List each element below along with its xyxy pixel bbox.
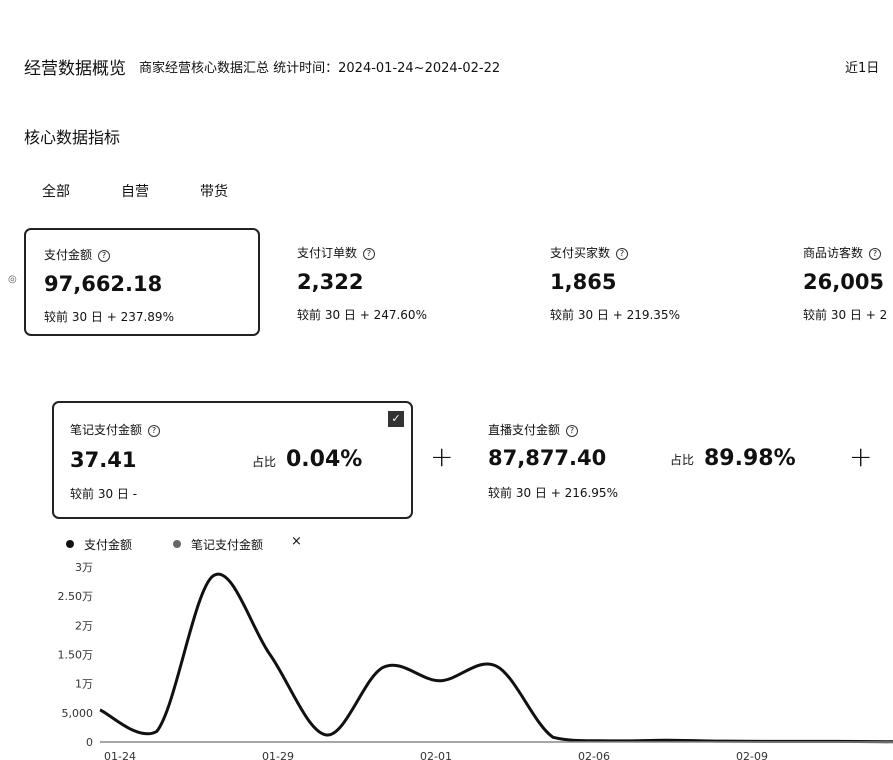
legend-item-note-payment[interactable]: 笔记支付金额 <box>173 536 263 553</box>
help-icon[interactable]: ? <box>566 425 579 437</box>
breakdown-label: 笔记支付金额? <box>70 421 161 438</box>
help-icon[interactable]: ? <box>148 425 161 437</box>
metric-label: 支付买家数? <box>550 244 629 261</box>
tab-self-operated[interactable]: 自营 <box>121 181 149 201</box>
breakdown-value: 37.41 <box>70 448 137 472</box>
ratio-value: 0.04% <box>286 447 363 472</box>
y-tick-label: 2.50万 <box>58 590 94 603</box>
metric-compare: 较前 30 日 + 237.89% <box>44 310 174 324</box>
scroll-left-icon[interactable]: ◎ <box>8 274 17 285</box>
x-tick-label: 02-09 <box>736 750 768 760</box>
metric-compare: 较前 30 日 + 219.35% <box>550 308 680 322</box>
help-icon[interactable]: ? <box>98 250 111 262</box>
breakdown-compare: 较前 30 日 + 216.95% <box>488 486 618 500</box>
metric-value: 1,865 <box>550 270 617 294</box>
y-tick-label: 3万 <box>75 561 93 574</box>
y-tick-label: 0 <box>86 736 93 749</box>
help-icon[interactable]: ? <box>616 248 629 260</box>
x-tick-label: 01-29 <box>262 750 294 760</box>
y-tick-label: 2万 <box>75 619 93 632</box>
plus-icon: + <box>849 440 873 473</box>
legend-close-icon[interactable]: × <box>291 534 302 549</box>
checkbox-checked-icon[interactable]: ✓ <box>388 411 404 427</box>
x-tick-label: 02-06 <box>578 750 610 760</box>
metric-card-order-count[interactable]: 支付订单数? 2,322 较前 30 日 + 247.60% <box>279 228 515 336</box>
section-title: 核心数据指标 <box>24 128 121 147</box>
x-tick-label: 02-01 <box>420 750 452 760</box>
metric-card-payment-amount[interactable]: 支付金额? 97,662.18 较前 30 日 + 237.89% <box>24 228 260 336</box>
metric-compare: 较前 30 日 + 247.60% <box>297 308 427 322</box>
plus-icon: + <box>430 440 454 473</box>
ratio-value: 89.98% <box>704 446 796 471</box>
y-tick-label: 1.50万 <box>58 649 94 662</box>
breakdown-compare: 较前 30 日 - <box>70 487 138 501</box>
metric-label: 商品访客数? <box>803 244 882 261</box>
page-subtitle: 商家经营核心数据汇总 统计时间：2024-01-24~2024-02-22 <box>139 61 501 76</box>
metric-card-buyer-count[interactable]: 支付买家数? 1,865 较前 30 日 + 219.35% <box>532 228 768 336</box>
y-tick-label: 1万 <box>75 678 93 691</box>
metric-value: 26,005 <box>803 270 885 294</box>
trend-chart: 0 5,000 1万 1.50万 2万 2.50万 3万 01-24 01-29 02-01 02-… <box>58 561 893 760</box>
metric-value: 2,322 <box>297 270 364 294</box>
ratio-label: 占比 <box>670 453 695 467</box>
metric-label: 支付订单数? <box>297 244 376 261</box>
breakdown-label: 直播支付金额? <box>488 421 579 438</box>
breakdown-value: 87,877.40 <box>488 446 607 470</box>
y-tick-label: 5,000 <box>62 707 94 720</box>
tab-affiliate[interactable]: 带货 <box>200 181 228 201</box>
legend-item-payment[interactable]: 支付金额 <box>66 536 132 553</box>
date-range-button[interactable]: 近1日 <box>845 57 879 76</box>
metric-value: 97,662.18 <box>44 272 163 296</box>
help-icon[interactable]: ? <box>363 248 376 260</box>
metric-label: 支付金额? <box>44 246 111 263</box>
x-tick-label: 01-24 <box>104 750 136 760</box>
page-title: 经营数据概览 <box>24 59 126 79</box>
metric-compare: 较前 30 日 + 2 <box>803 308 888 322</box>
legend-dot-icon <box>173 540 181 548</box>
metric-card-visitor-count[interactable]: 商品访客数? 26,005 较前 30 日 + 2 <box>785 228 893 336</box>
breakdown-card-note-payment[interactable]: ✓ 笔记支付金额? 37.41 占比 0.04% 较前 30 日 - <box>52 401 413 519</box>
ratio-label: 占比 <box>252 455 277 469</box>
help-icon[interactable]: ? <box>869 248 882 260</box>
legend-dot-icon <box>66 540 74 548</box>
tab-all[interactable]: 全部 <box>42 181 70 201</box>
series-line-0 <box>99 572 893 744</box>
